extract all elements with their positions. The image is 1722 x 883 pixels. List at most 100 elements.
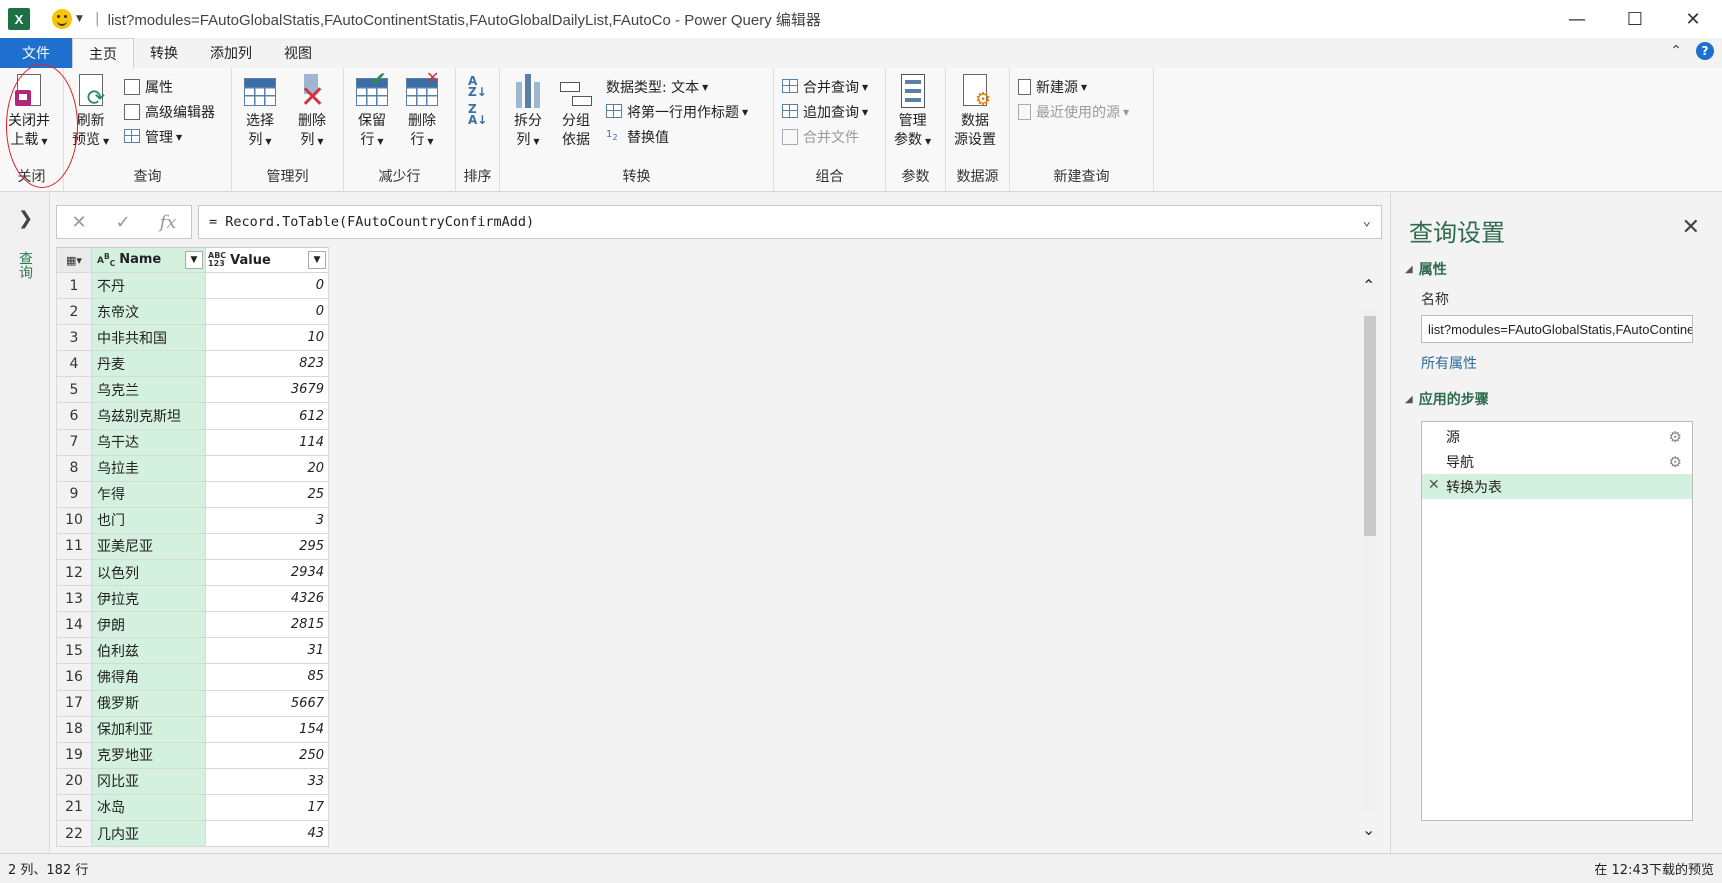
refresh-preview-button[interactable]: ⟳ 刷新 预览 ▼: [72, 74, 109, 151]
split-column-button[interactable]: 拆分 列 ▼: [510, 74, 546, 151]
minimize-button[interactable]: —: [1548, 0, 1606, 38]
name-cell[interactable]: 伊朗: [92, 612, 206, 639]
table-row[interactable]: 17 俄罗斯 5667: [56, 690, 331, 717]
remove-rows-button[interactable]: ✕ 删除 行 ▼: [404, 68, 440, 151]
table-row[interactable]: 15 伯利兹 31: [56, 638, 331, 665]
name-cell[interactable]: 伊拉克: [92, 586, 206, 613]
column-header-value[interactable]: ABC 123 Value ▼: [206, 247, 329, 273]
name-cell[interactable]: 冰岛: [92, 794, 206, 821]
advanced-editor-button[interactable]: 高级编辑器: [124, 101, 215, 123]
expand-formula-chevron-icon[interactable]: ⌄: [1363, 213, 1371, 229]
sort-descending-icon[interactable]: Z A↓: [468, 103, 487, 126]
step-navigation[interactable]: 导航 ⚙: [1422, 449, 1692, 474]
table-row[interactable]: 13 伊拉克 4326: [56, 586, 331, 613]
collapse-ribbon-icon[interactable]: ⌃: [1670, 43, 1682, 59]
any-type-icon[interactable]: ABC 123: [208, 252, 226, 268]
applied-steps-section-header[interactable]: ◢ 应用的步骤: [1405, 389, 1489, 409]
value-cell[interactable]: 295: [206, 533, 329, 561]
table-row[interactable]: 2 东帝汶 0: [56, 299, 331, 326]
name-cell[interactable]: 乌克兰: [92, 377, 206, 404]
name-cell[interactable]: 乌干达: [92, 429, 206, 456]
filter-dropdown-icon[interactable]: ▼: [308, 251, 326, 269]
name-cell[interactable]: 几内亚: [92, 820, 206, 848]
recent-sources-button[interactable]: 最近使用的源 ▼: [1018, 101, 1129, 123]
query-name-input[interactable]: list?modules=FAutoGlobalStatis,FAutoCont…: [1421, 315, 1693, 343]
close-pane-icon[interactable]: ✕: [1682, 215, 1700, 240]
name-cell[interactable]: 不丹: [92, 273, 206, 300]
cancel-formula-icon[interactable]: ✕: [71, 212, 86, 233]
properties-button[interactable]: 属性: [124, 76, 173, 98]
name-cell[interactable]: 保加利亚: [92, 716, 206, 743]
gear-icon[interactable]: ⚙: [1669, 453, 1682, 471]
close-window-button[interactable]: ✕: [1664, 0, 1722, 38]
value-cell[interactable]: 85: [206, 664, 329, 691]
append-queries-button[interactable]: 追加查询 ▼: [782, 101, 868, 123]
value-cell[interactable]: 4326: [206, 586, 329, 613]
table-menu-icon[interactable]: ▦▾: [56, 247, 92, 273]
table-row[interactable]: 22 几内亚 43: [56, 820, 331, 848]
table-row[interactable]: 4 丹麦 823: [56, 351, 331, 378]
manage-parameters-button[interactable]: 管理 参数 ▼: [894, 74, 931, 151]
value-cell[interactable]: 823: [206, 351, 329, 378]
name-cell[interactable]: 以色列: [92, 560, 206, 587]
table-row[interactable]: 7 乌干达 114: [56, 429, 331, 456]
table-row[interactable]: 5 乌克兰 3679: [56, 377, 331, 404]
value-cell[interactable]: 5667: [206, 690, 329, 717]
merge-queries-button[interactable]: 合并查询 ▼: [782, 76, 868, 98]
scrollbar-thumb[interactable]: [1364, 316, 1376, 536]
new-source-button[interactable]: 新建源 ▼: [1018, 76, 1087, 98]
table-row[interactable]: 8 乌拉圭 20: [56, 455, 331, 482]
column-header-name[interactable]: ABC Name ▼: [92, 247, 206, 273]
combine-files-button[interactable]: 合并文件: [782, 126, 859, 148]
tab-add-column[interactable]: 添加列: [194, 38, 268, 68]
collapse-triangle-icon[interactable]: ◢: [1405, 264, 1413, 275]
name-cell[interactable]: 也门: [92, 507, 206, 534]
vertical-scrollbar[interactable]: ⌃ ⌄: [1360, 272, 1380, 842]
table-row[interactable]: 11 亚美尼亚 295: [56, 533, 331, 561]
feedback-smiley-icon[interactable]: [52, 9, 72, 29]
scroll-up-icon[interactable]: ⌃: [1362, 276, 1375, 295]
name-cell[interactable]: 俄罗斯: [92, 690, 206, 717]
value-cell[interactable]: 31: [206, 638, 329, 665]
scroll-down-icon[interactable]: ⌄: [1362, 820, 1375, 839]
gear-icon[interactable]: ⚙: [1669, 428, 1682, 446]
manage-button[interactable]: 管理 ▼: [124, 126, 182, 148]
collapse-triangle-icon[interactable]: ◢: [1405, 394, 1413, 405]
value-cell[interactable]: 0: [206, 273, 329, 300]
step-convert-to-table[interactable]: ✕ 转换为表: [1422, 474, 1692, 499]
value-cell[interactable]: 3679: [206, 377, 329, 404]
keep-rows-button[interactable]: ✔ 保留 行 ▼: [354, 69, 390, 151]
name-cell[interactable]: 伯利兹: [92, 638, 206, 665]
formula-input[interactable]: = Record.ToTable(FAutoCountryConfirmAdd)…: [198, 205, 1382, 239]
table-row[interactable]: 20 冈比亚 33: [56, 768, 331, 795]
name-cell[interactable]: 佛得角: [92, 664, 206, 691]
step-source[interactable]: 源 ⚙: [1422, 424, 1692, 449]
name-cell[interactable]: 克罗地亚: [92, 742, 206, 769]
quick-access-dropdown-icon[interactable]: ▼: [76, 14, 83, 24]
filter-dropdown-icon[interactable]: ▼: [185, 251, 203, 269]
table-row[interactable]: 18 保加利亚 154: [56, 716, 331, 743]
table-row[interactable]: 19 克罗地亚 250: [56, 742, 331, 769]
value-cell[interactable]: 114: [206, 429, 329, 456]
remove-columns-button[interactable]: ✕ 删除 列 ▼: [294, 74, 330, 151]
value-cell[interactable]: 0: [206, 299, 329, 326]
value-cell[interactable]: 154: [206, 716, 329, 743]
table-row[interactable]: 6 乌兹别克斯坦 612: [56, 403, 331, 430]
help-icon[interactable]: ?: [1696, 42, 1714, 60]
use-first-row-as-headers-button[interactable]: 将第一行用作标题 ▼: [606, 101, 748, 123]
choose-columns-button[interactable]: 选择 列 ▼: [242, 74, 278, 151]
value-cell[interactable]: 17: [206, 794, 329, 821]
confirm-formula-icon[interactable]: ✓: [116, 212, 131, 233]
name-cell[interactable]: 东帝汶: [92, 299, 206, 326]
name-cell[interactable]: 丹麦: [92, 351, 206, 378]
table-row[interactable]: 3 中非共和国 10: [56, 325, 331, 352]
value-cell[interactable]: 20: [206, 455, 329, 482]
name-cell[interactable]: 亚美尼亚: [92, 533, 206, 561]
name-cell[interactable]: 中非共和国: [92, 325, 206, 352]
tab-transform[interactable]: 转换: [134, 38, 194, 68]
value-cell[interactable]: 25: [206, 481, 329, 508]
table-row[interactable]: 16 佛得角 85: [56, 664, 331, 691]
tab-home[interactable]: 主页: [72, 38, 134, 68]
value-cell[interactable]: 33: [206, 768, 329, 795]
name-cell[interactable]: 冈比亚: [92, 768, 206, 795]
